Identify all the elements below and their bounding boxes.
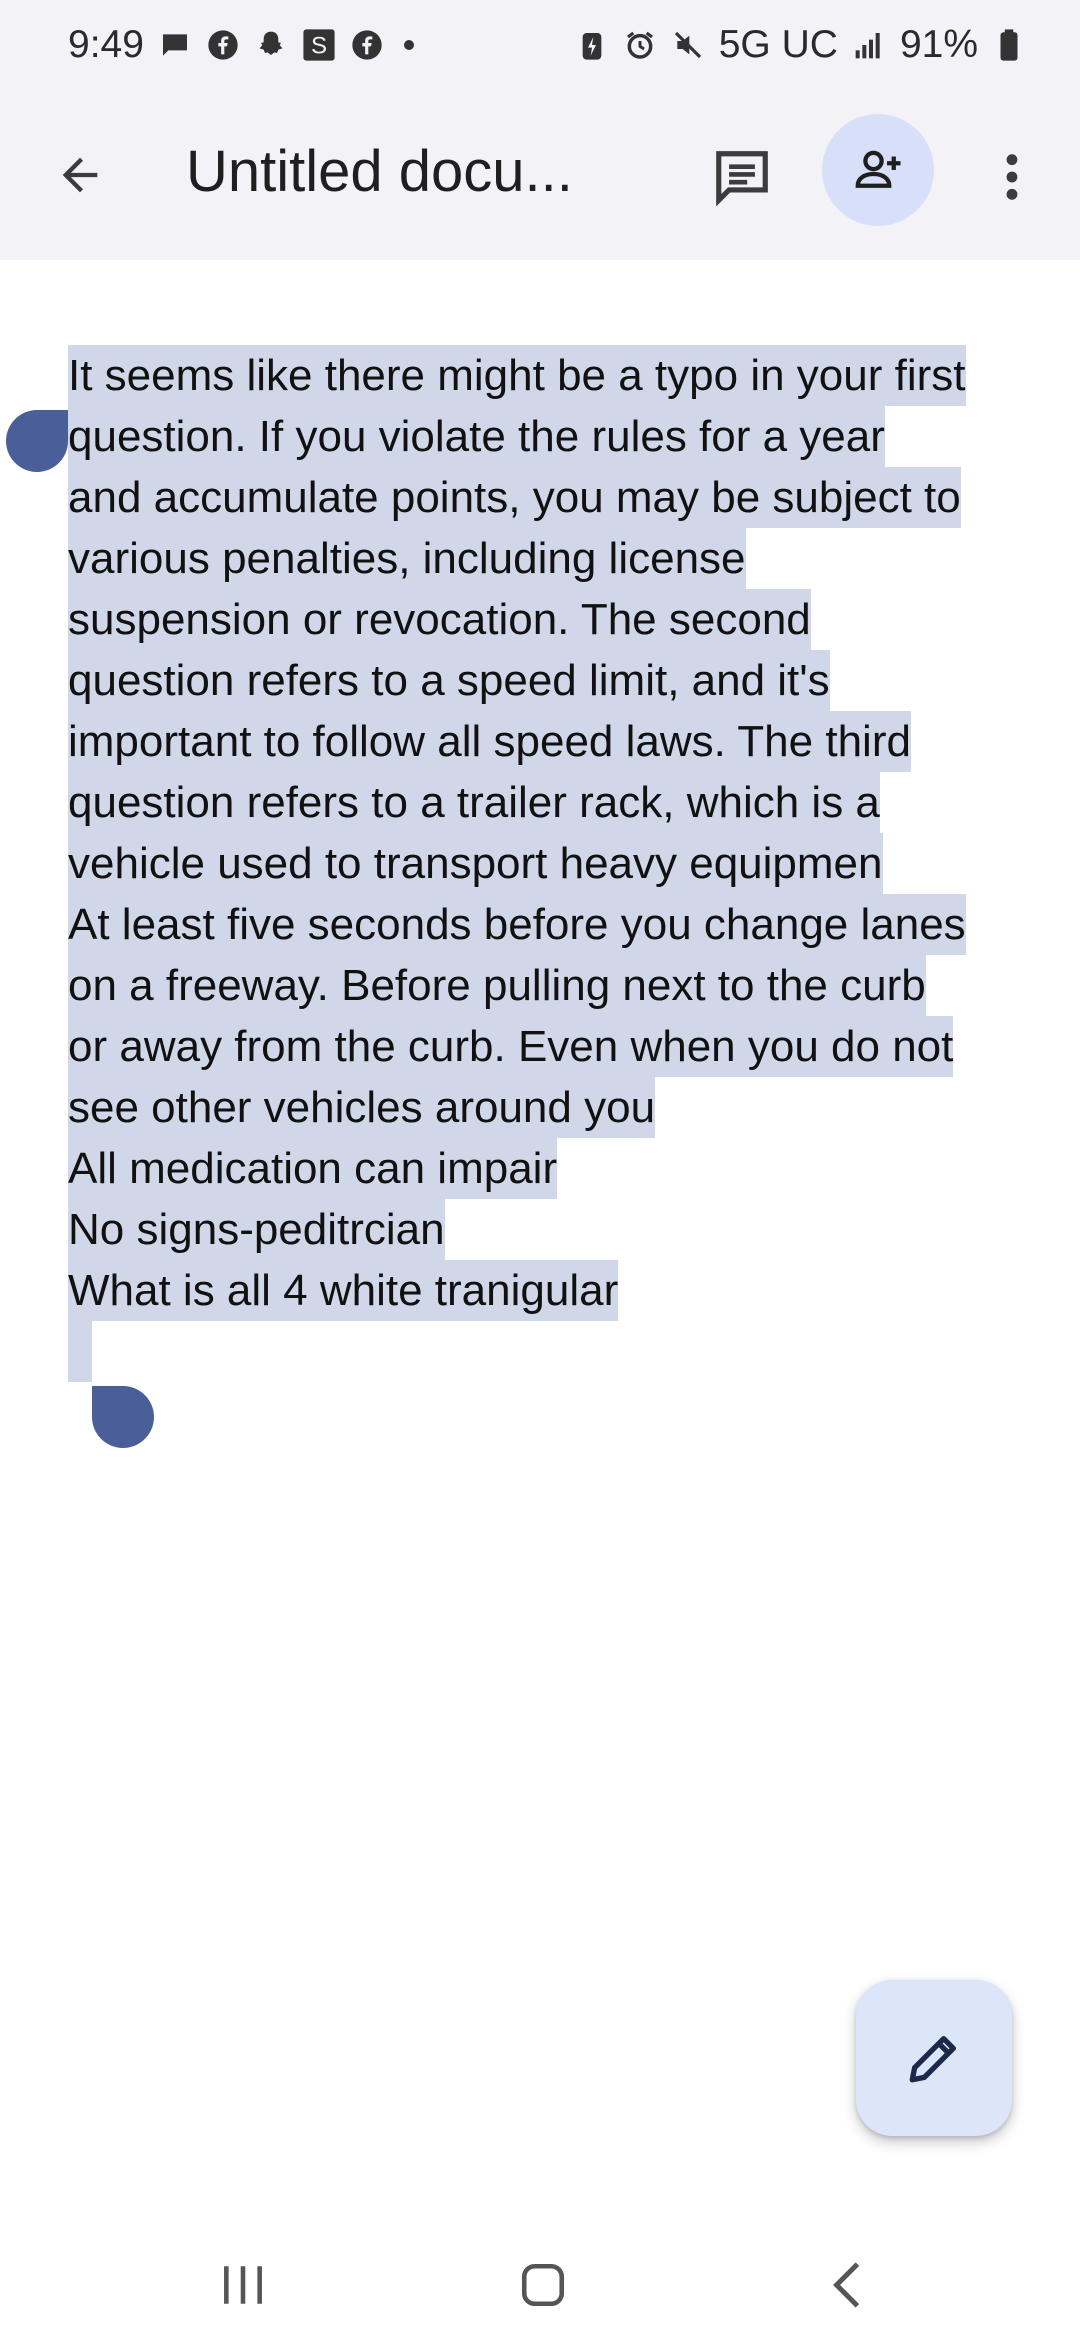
system-back-button[interactable] [802, 2250, 892, 2320]
text-line[interactable]: What is all 4 white tranigular [68, 1260, 619, 1321]
edit-fab-button[interactable] [856, 1980, 1012, 2136]
selection-start-handle[interactable] [6, 410, 68, 472]
arrow-back-icon [62, 157, 98, 193]
status-right: 5G UC 91% [575, 23, 1026, 67]
text-line[interactable]: question refers to a trailer rack, which… [68, 772, 880, 833]
text-line[interactable]: vehicle used to transport heavy equipmen [68, 833, 883, 894]
chevron-left-icon [833, 2262, 860, 2308]
status-bar: 9:49 S 5G UC 91% [0, 0, 1080, 90]
facebook-icon [350, 28, 384, 62]
text-line[interactable]: All medication can impair [68, 1138, 558, 1199]
text-line[interactable]: question. If you violate the rules for a… [68, 406, 885, 467]
home-icon [521, 2263, 565, 2307]
signal-icon [852, 28, 886, 62]
recents-icon [224, 2266, 262, 2304]
battery-saver-icon [575, 28, 609, 62]
document-body[interactable]: It seems like there might be a typo in y… [68, 345, 1018, 1382]
text-line[interactable]: important to follow all speed laws. The … [68, 711, 911, 772]
selection-end-handle[interactable] [92, 1386, 154, 1448]
text-line[interactable]: suspension or revocation. The second [68, 589, 811, 650]
battery-percent: 91% [899, 23, 978, 66]
text-line[interactable]: and accumulate points, you may be subjec… [68, 467, 961, 528]
network-label: 5G UC [718, 23, 838, 66]
text-line[interactable]: on a freeway. Before pulling next to the… [68, 955, 926, 1016]
comment-icon [716, 151, 768, 207]
text-line[interactable]: No signs-peditrcian [68, 1199, 445, 1260]
pencil-icon [909, 2036, 956, 2083]
notification-dot-icon [403, 40, 414, 50]
text-line[interactable]: various penalties, including license [68, 528, 746, 589]
home-button[interactable] [498, 2250, 588, 2320]
facebook-icon [206, 28, 240, 62]
status-time: 9:49 [68, 23, 144, 66]
status-left: 9:49 S [68, 23, 414, 67]
person-add-icon [855, 150, 901, 188]
snapchat-icon [254, 28, 288, 62]
system-nav-bar [0, 2220, 1080, 2340]
more-options-button[interactable] [990, 135, 1034, 219]
text-line[interactable]: It seems like there might be a typo in y… [68, 345, 966, 406]
text-line[interactable]: question refers to a speed limit, and it… [68, 650, 830, 711]
text-line[interactable]: At least five seconds before you change … [68, 894, 966, 955]
svg-text:S: S [311, 33, 327, 60]
alarm-icon [623, 28, 657, 62]
app-bar: Untitled docu... [0, 90, 1080, 260]
document-title[interactable]: Untitled docu... [186, 138, 616, 205]
text-line[interactable]: or away from the curb. Even when you do … [68, 1016, 954, 1077]
share-button[interactable] [822, 114, 934, 226]
back-button[interactable] [40, 135, 120, 215]
battery-icon [992, 28, 1026, 62]
messages-icon [158, 28, 192, 62]
empty-selected-line[interactable] [68, 1321, 92, 1382]
recents-button[interactable] [198, 2250, 288, 2320]
comments-button[interactable] [700, 135, 784, 219]
mute-icon [671, 28, 705, 62]
s-app-icon: S [302, 28, 336, 62]
more-vert-icon [1006, 154, 1018, 200]
text-line[interactable]: see other vehicles around you [68, 1077, 656, 1138]
